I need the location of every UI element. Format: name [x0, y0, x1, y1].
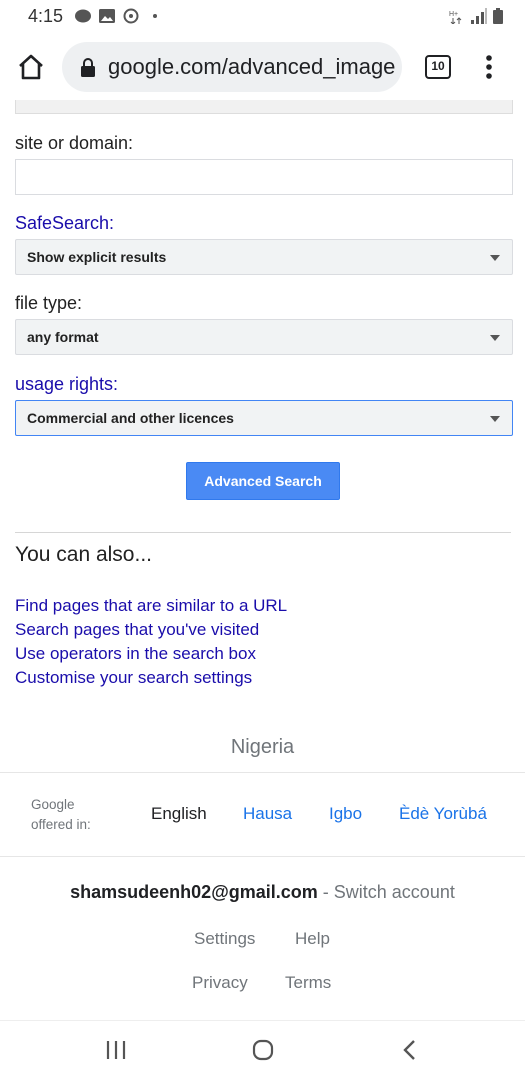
link-visited-pages[interactable]: Search pages that you've visited	[15, 618, 287, 642]
signal-icon	[471, 8, 487, 24]
browser-toolbar: google.com/advanced_image 10	[0, 34, 525, 102]
more-menu-icon[interactable]	[480, 52, 498, 82]
account-line: shamsudeenh02@gmail.com - Switch account	[0, 882, 525, 903]
usage-rights-value: Commercial and other licences	[27, 410, 234, 426]
advanced-search-button[interactable]: Advanced Search	[186, 462, 340, 500]
chevron-down-icon	[490, 416, 500, 422]
language-yoruba[interactable]: Èdè Yorùbá	[399, 804, 487, 824]
language-english: English	[151, 804, 207, 823]
home-nav-icon[interactable]	[251, 1038, 275, 1062]
usage-rights-select[interactable]: Commercial and other licences	[15, 400, 513, 436]
dot-icon	[153, 14, 157, 18]
back-nav-icon[interactable]	[399, 1038, 419, 1062]
footer-divider-top	[0, 772, 525, 773]
also-links: Find pages that are similar to a URL Sea…	[15, 594, 287, 690]
safesearch-label[interactable]: SafeSearch:	[15, 213, 114, 234]
chevron-down-icon	[490, 255, 500, 261]
status-time: 4:15	[28, 6, 64, 26]
site-domain-label: site or domain:	[15, 133, 134, 153]
system-status-icons: H+	[449, 8, 503, 24]
recent-apps-icon[interactable]	[104, 1039, 128, 1061]
messaging-icon	[75, 9, 91, 23]
safesearch-value: Show explicit results	[27, 249, 167, 265]
gallery-icon	[99, 9, 115, 23]
url-text: google.com/advanced_image	[108, 54, 396, 79]
help-link[interactable]: Help	[295, 929, 330, 949]
offered-in-label: Google offered in:	[31, 795, 91, 835]
link-similar-pages[interactable]: Find pages that are similar to a URL	[15, 594, 287, 618]
account-email: shamsudeenh02@gmail.com	[70, 882, 318, 902]
chevron-down-icon	[490, 335, 500, 341]
truncated-field[interactable]	[15, 100, 513, 114]
link-search-settings[interactable]: Customise your search settings	[15, 666, 287, 690]
file-type-value: any format	[27, 329, 99, 345]
svg-text:H+: H+	[449, 11, 458, 18]
section-divider	[15, 532, 511, 533]
system-nav-bar	[0, 1020, 525, 1080]
language-igbo[interactable]: Igbo	[329, 804, 362, 824]
notification-icons	[74, 8, 164, 24]
file-type-select[interactable]: any format	[15, 319, 513, 355]
switch-account-link[interactable]: - Switch account	[318, 882, 455, 902]
terms-link[interactable]: Terms	[285, 973, 331, 993]
language-hausa[interactable]: Hausa	[243, 804, 292, 824]
whatsapp-icon	[123, 8, 139, 24]
you-can-also-heading: You can also...	[15, 543, 152, 566]
file-type-label: file type:	[15, 293, 83, 313]
offered-line-2: offered in:	[31, 817, 91, 832]
safesearch-select[interactable]: Show explicit results	[15, 239, 513, 275]
site-domain-input[interactable]	[15, 159, 513, 195]
battery-icon	[493, 8, 503, 24]
home-icon[interactable]	[16, 52, 46, 82]
link-search-operators[interactable]: Use operators in the search box	[15, 642, 287, 666]
footer-divider-bottom	[0, 856, 525, 857]
address-bar[interactable]: google.com/advanced_image	[62, 42, 402, 92]
data-icon: H+	[449, 11, 462, 24]
country-label: Nigeria	[230, 736, 295, 758]
status-bar: 4:15 H+	[0, 0, 525, 34]
tab-switcher-button[interactable]: 10	[425, 55, 451, 79]
privacy-link[interactable]: Privacy	[192, 973, 248, 993]
settings-link[interactable]: Settings	[194, 929, 255, 949]
lock-icon	[81, 58, 95, 77]
offered-line-1: Google	[31, 797, 75, 812]
usage-rights-label[interactable]: usage rights:	[15, 374, 118, 395]
